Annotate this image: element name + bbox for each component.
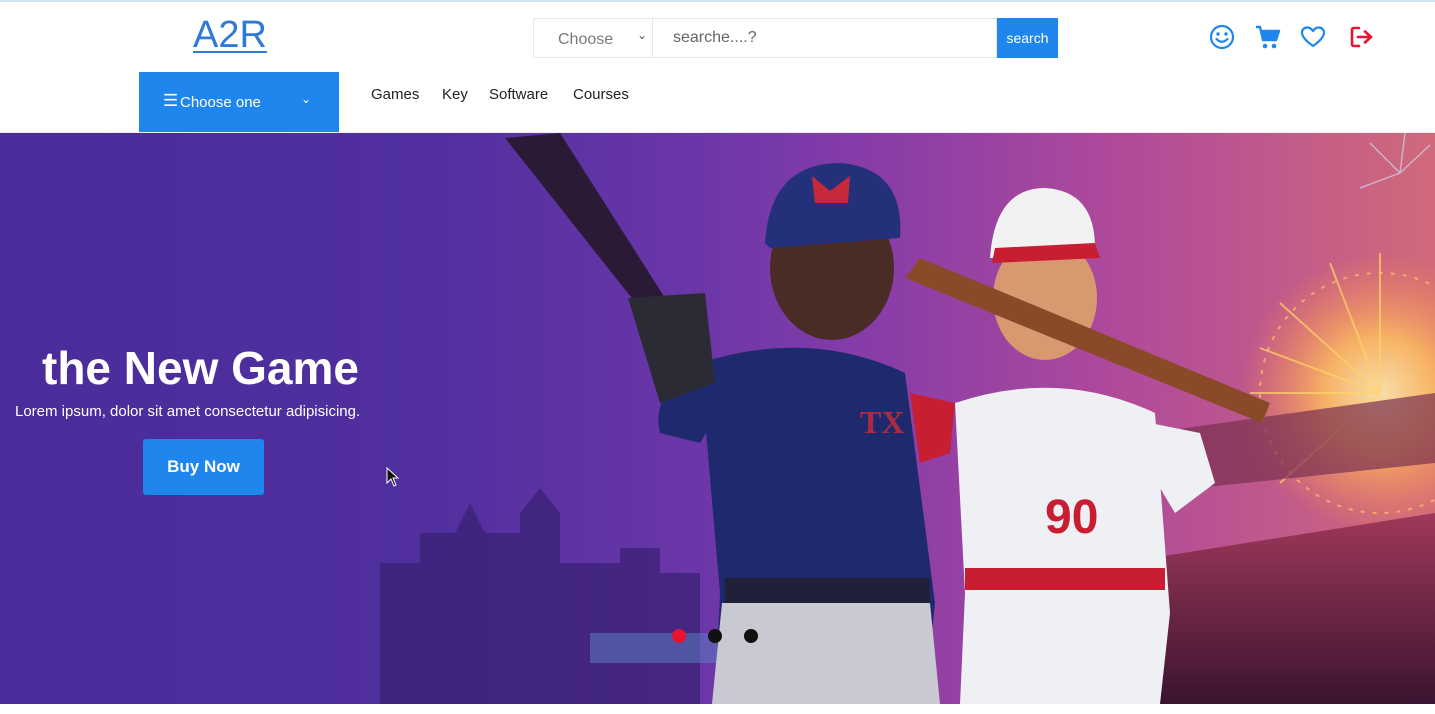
nav-link-courses[interactable]: Courses (573, 86, 629, 103)
site-logo[interactable]: A2R (193, 14, 267, 57)
svg-text:90: 90 (1045, 491, 1098, 544)
hamburger-icon: ☰ (163, 91, 179, 110)
buy-now-button[interactable]: Buy Now (143, 439, 264, 495)
categories-dropdown-button[interactable]: ☰ Choose one ⌄ (139, 72, 339, 132)
mouse-cursor-icon (386, 467, 400, 487)
hero-title: the New Game (42, 342, 359, 394)
nav-link-software[interactable]: Software (489, 86, 548, 103)
heart-icon[interactable] (1299, 23, 1327, 51)
carousel-dot-3[interactable] (744, 629, 758, 643)
search-button[interactable]: search (997, 18, 1058, 58)
header: A2R Choose ⌄ search (0, 2, 1435, 72)
main-nav: ☰ Choose one ⌄ Games Key Software Course… (0, 72, 1435, 133)
logout-icon[interactable] (1348, 23, 1376, 51)
category-select[interactable]: Choose ⌄ (533, 18, 651, 58)
chevron-down-icon: ⌄ (637, 28, 648, 42)
nav-link-key[interactable]: Key (442, 86, 468, 103)
page-bottom (0, 704, 1435, 714)
search-input[interactable] (652, 18, 997, 58)
smiley-icon[interactable] (1208, 23, 1236, 51)
carousel-dot-1[interactable] (672, 629, 686, 643)
categories-dropdown-label: Choose one (180, 94, 261, 111)
nav-link-games[interactable]: Games (371, 86, 419, 103)
chevron-down-icon: ⌄ (301, 92, 312, 106)
hero-banner: TX 90 the New Game Lorem ipsum, dolor si… (0, 133, 1435, 704)
carousel-dot-2[interactable] (708, 629, 722, 643)
cart-icon[interactable] (1254, 23, 1282, 51)
hero-subtitle: Lorem ipsum, dolor sit amet consectetur … (15, 403, 361, 420)
svg-text:TX: TX (860, 404, 904, 440)
category-select-value: Choose (558, 31, 614, 48)
